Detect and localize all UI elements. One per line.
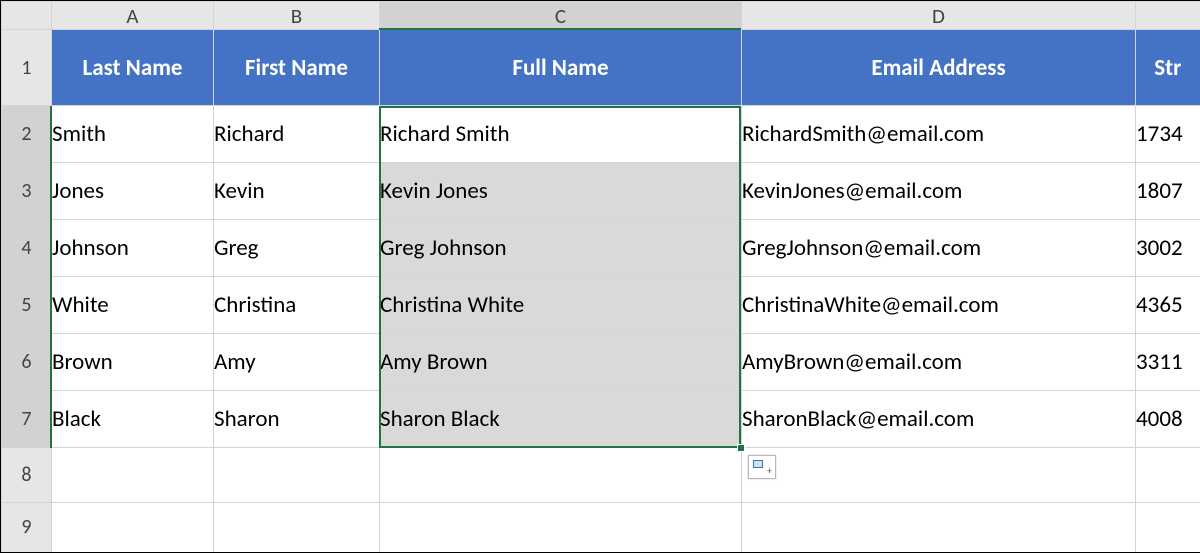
- cell-D3[interactable]: KevinJones@email.com: [742, 163, 1136, 220]
- row-header-8[interactable]: 8: [2, 448, 52, 503]
- cell-C7[interactable]: Sharon Black: [380, 391, 742, 448]
- row-header-5[interactable]: 5: [2, 277, 52, 334]
- header-street[interactable]: Str: [1136, 30, 1200, 106]
- cell-B8[interactable]: [214, 448, 380, 503]
- cell-D2[interactable]: RichardSmith@email.com: [742, 106, 1136, 163]
- row-2: 2 Smith Richard Richard Smith RichardSmi…: [2, 106, 1200, 163]
- cell-B6[interactable]: Amy: [214, 334, 380, 391]
- cell-B2[interactable]: Richard: [214, 106, 380, 163]
- row-header-3[interactable]: 3: [2, 163, 52, 220]
- column-header-row: A B C D: [2, 2, 1200, 30]
- header-full-name[interactable]: Full Name: [380, 30, 742, 106]
- row-8: 8: [2, 448, 1200, 503]
- row-3: 3 Jones Kevin Kevin Jones KevinJones@ema…: [2, 163, 1200, 220]
- row-1: 1 Last Name First Name Full Name Email A…: [2, 30, 1200, 106]
- cell-E6[interactable]: 3311: [1136, 334, 1200, 391]
- cell-C6[interactable]: Amy Brown: [380, 334, 742, 391]
- cell-D5[interactable]: ChristinaWhite@email.com: [742, 277, 1136, 334]
- cell-C3[interactable]: Kevin Jones: [380, 163, 742, 220]
- cell-E2[interactable]: 1734: [1136, 106, 1200, 163]
- cell-B7[interactable]: Sharon: [214, 391, 380, 448]
- cell-C4[interactable]: Greg Johnson: [380, 220, 742, 277]
- rowhdr-sel-edge: [50, 106, 52, 448]
- row-6: 6 Brown Amy Amy Brown AmyBrown@email.com…: [2, 334, 1200, 391]
- row-header-7[interactable]: 7: [2, 391, 52, 448]
- row-7: 7 Black Sharon Sharon Black SharonBlack@…: [2, 391, 1200, 448]
- cell-A7[interactable]: Black: [52, 391, 214, 448]
- cell-B4[interactable]: Greg: [214, 220, 380, 277]
- cell-C8[interactable]: [380, 448, 742, 503]
- select-all-corner[interactable]: [2, 2, 52, 30]
- col-header-A[interactable]: A: [52, 2, 214, 30]
- header-email[interactable]: Email Address: [742, 30, 1136, 106]
- cell-B9[interactable]: [214, 503, 380, 552]
- row-9: 9: [2, 503, 1200, 552]
- row-5: 5 White Christina Christina White Christ…: [2, 277, 1200, 334]
- colhdr-sel-edge: [379, 28, 741, 30]
- autofill-options-button[interactable]: +: [748, 455, 776, 479]
- header-last-name[interactable]: Last Name: [52, 30, 214, 106]
- cell-E8[interactable]: [1136, 448, 1200, 503]
- cell-A9[interactable]: [52, 503, 214, 552]
- cell-E5[interactable]: 4365: [1136, 277, 1200, 334]
- cell-A5[interactable]: White: [52, 277, 214, 334]
- cell-E4[interactable]: 3002: [1136, 220, 1200, 277]
- row-4: 4 Johnson Greg Greg Johnson GregJohnson@…: [2, 220, 1200, 277]
- row-header-1[interactable]: 1: [2, 30, 52, 106]
- cell-A8[interactable]: [52, 448, 214, 503]
- row-header-4[interactable]: 4: [2, 220, 52, 277]
- row-header-9[interactable]: 9: [2, 503, 52, 552]
- autofill-options-icon: +: [753, 460, 771, 474]
- col-header-B[interactable]: B: [214, 2, 380, 30]
- cell-A6[interactable]: Brown: [52, 334, 214, 391]
- cell-E7[interactable]: 4008: [1136, 391, 1200, 448]
- cell-C2[interactable]: Richard Smith: [380, 106, 742, 163]
- cell-E3[interactable]: 1807: [1136, 163, 1200, 220]
- cell-C5[interactable]: Christina White: [380, 277, 742, 334]
- header-first-name[interactable]: First Name: [214, 30, 380, 106]
- cell-D4[interactable]: GregJohnson@email.com: [742, 220, 1136, 277]
- cell-B3[interactable]: Kevin: [214, 163, 380, 220]
- cell-A3[interactable]: Jones: [52, 163, 214, 220]
- cell-A4[interactable]: Johnson: [52, 220, 214, 277]
- grid-table: A B C D 1 Last Name First Name Full Name…: [1, 1, 1200, 552]
- row-header-2[interactable]: 2: [2, 106, 52, 163]
- cell-D9[interactable]: [742, 503, 1136, 552]
- col-header-D[interactable]: D: [742, 2, 1136, 30]
- cell-B5[interactable]: Christina: [214, 277, 380, 334]
- row-header-6[interactable]: 6: [2, 334, 52, 391]
- col-header-C[interactable]: C: [380, 2, 742, 30]
- cell-C9[interactable]: [380, 503, 742, 552]
- cell-E9[interactable]: [1136, 503, 1200, 552]
- cell-A2[interactable]: Smith: [52, 106, 214, 163]
- cell-D8[interactable]: [742, 448, 1136, 503]
- cell-D6[interactable]: AmyBrown@email.com: [742, 334, 1136, 391]
- cell-D7[interactable]: SharonBlack@email.com: [742, 391, 1136, 448]
- spreadsheet[interactable]: A B C D 1 Last Name First Name Full Name…: [0, 0, 1200, 553]
- col-header-E[interactable]: [1136, 2, 1200, 30]
